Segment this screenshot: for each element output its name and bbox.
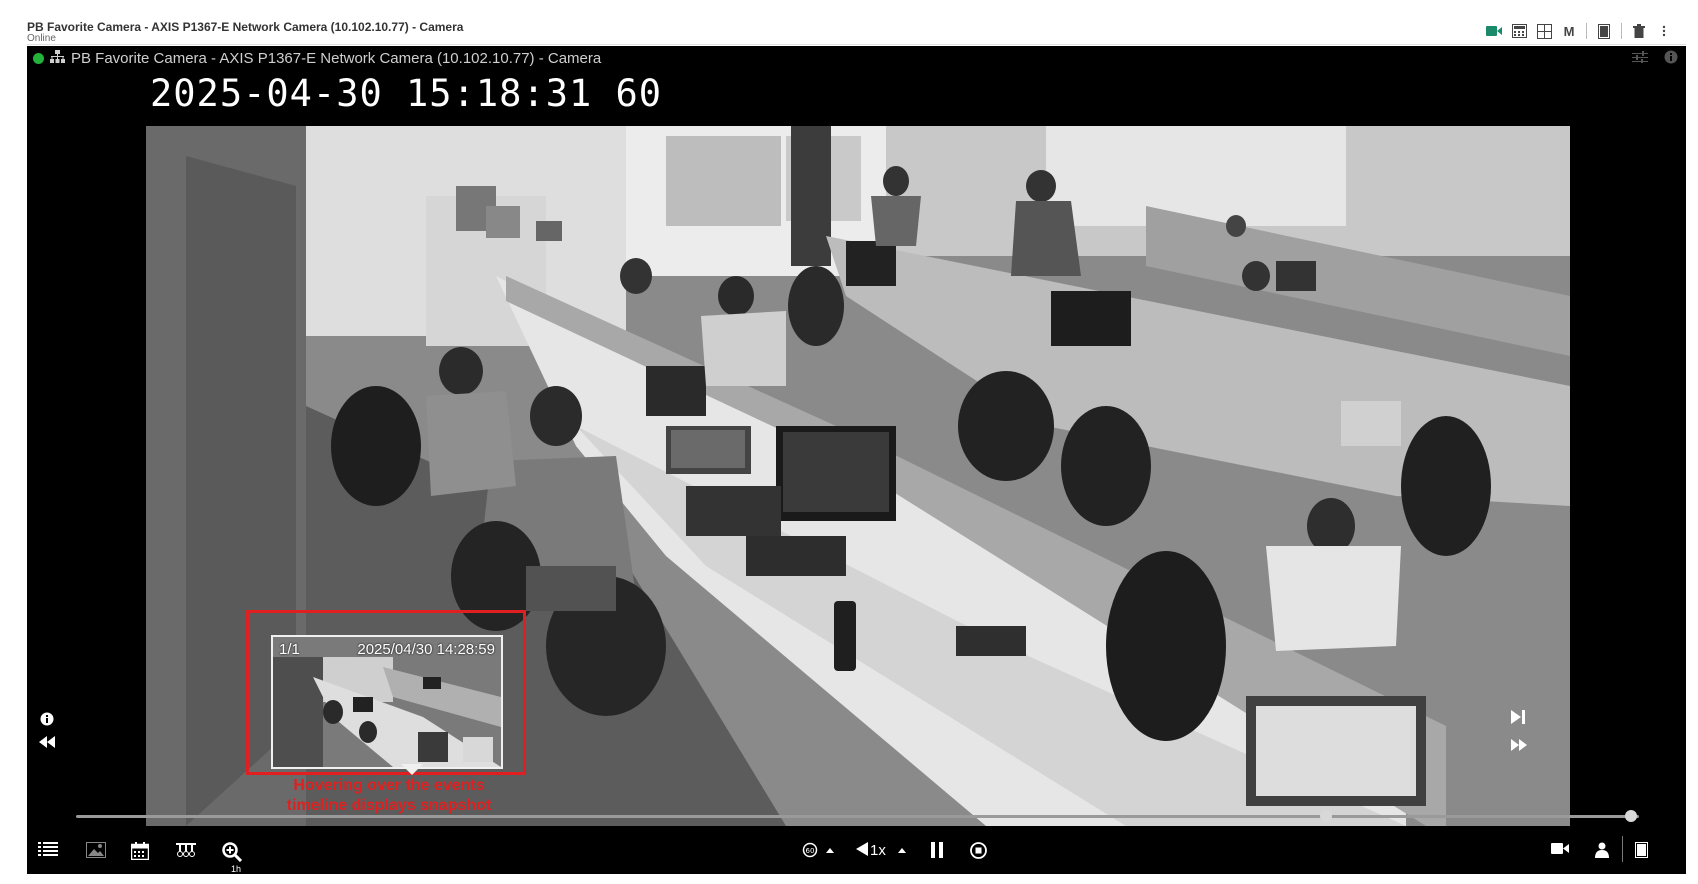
skip-to-end-icon[interactable] — [1511, 710, 1525, 728]
more-vert-icon[interactable] — [1656, 23, 1672, 39]
skip-seconds-icon[interactable]: 60 — [802, 842, 818, 858]
viewer-header-icons — [1632, 50, 1678, 68]
connection-status: Online — [27, 33, 56, 44]
timeline-snapshot-preview: 1/1 2025/04/30 14:28:59 — [271, 635, 503, 769]
door-panel-icon[interactable] — [1635, 842, 1648, 858]
window-title: PB Favorite Camera - AXIS P1367-E Networ… — [27, 20, 464, 34]
toolbar-divider — [1621, 23, 1622, 39]
speed-options-caret-icon[interactable] — [898, 848, 906, 853]
snapshot-pointer — [401, 764, 423, 775]
info-icon[interactable] — [1664, 50, 1678, 68]
osd-timestamp: 2025-04-30 15:18:31 60 — [150, 72, 663, 115]
skip-options-caret-icon[interactable] — [826, 848, 834, 853]
pause-icon[interactable] — [931, 842, 943, 858]
trash-icon[interactable] — [1631, 23, 1647, 39]
zoom-icon[interactable] — [222, 842, 242, 862]
zoom-level-label: 1h — [231, 864, 242, 874]
playback-speed[interactable]: 1x — [870, 842, 886, 859]
network-icon — [50, 50, 65, 67]
calendar-icon[interactable] — [131, 842, 149, 860]
keypad-icon[interactable] — [1511, 23, 1527, 39]
camera-header: PB Favorite Camera - AXIS P1367-E Networ… — [33, 50, 601, 67]
camera-title: PB Favorite Camera - AXIS P1367-E Networ… — [71, 50, 602, 67]
speed-down-icon[interactable] — [856, 842, 868, 856]
user-icon[interactable] — [1595, 842, 1609, 858]
m-icon[interactable]: M — [1561, 23, 1577, 39]
annotation-line-1: Hovering over the events — [293, 777, 485, 794]
online-status-dot — [33, 53, 44, 64]
camera-view-icon[interactable] — [1551, 842, 1569, 855]
snapshot-timestamp: 2025/04/30 14:28:59 — [357, 641, 495, 658]
annotation-caption: Hovering over the events timeline displa… — [254, 776, 524, 816]
image-icon[interactable] — [86, 842, 106, 858]
list-icon[interactable] — [38, 842, 58, 856]
stop-icon[interactable] — [970, 842, 987, 859]
timeline-info-icon[interactable] — [40, 712, 54, 730]
video-camera-icon[interactable] — [1486, 23, 1502, 39]
toolbar-divider — [1622, 836, 1623, 862]
annotation-line-2: timeline displays snapshot — [286, 797, 492, 814]
filter-tree-icon[interactable] — [176, 842, 196, 860]
window-titlebar: PB Favorite Camera - AXIS P1367-E Networ… — [27, 19, 1686, 45]
svg-text:60: 60 — [806, 847, 815, 855]
snapshot-count: 1/1 — [279, 641, 300, 658]
window-toolbar: M — [1486, 23, 1672, 39]
door-icon[interactable] — [1596, 23, 1612, 39]
toolbar-divider — [1586, 23, 1587, 39]
rewind-icon[interactable] — [39, 735, 55, 752]
fast-forward-icon[interactable] — [1511, 738, 1527, 755]
layout-icon[interactable] — [1536, 23, 1552, 39]
settings-sliders-icon[interactable] — [1632, 50, 1648, 68]
